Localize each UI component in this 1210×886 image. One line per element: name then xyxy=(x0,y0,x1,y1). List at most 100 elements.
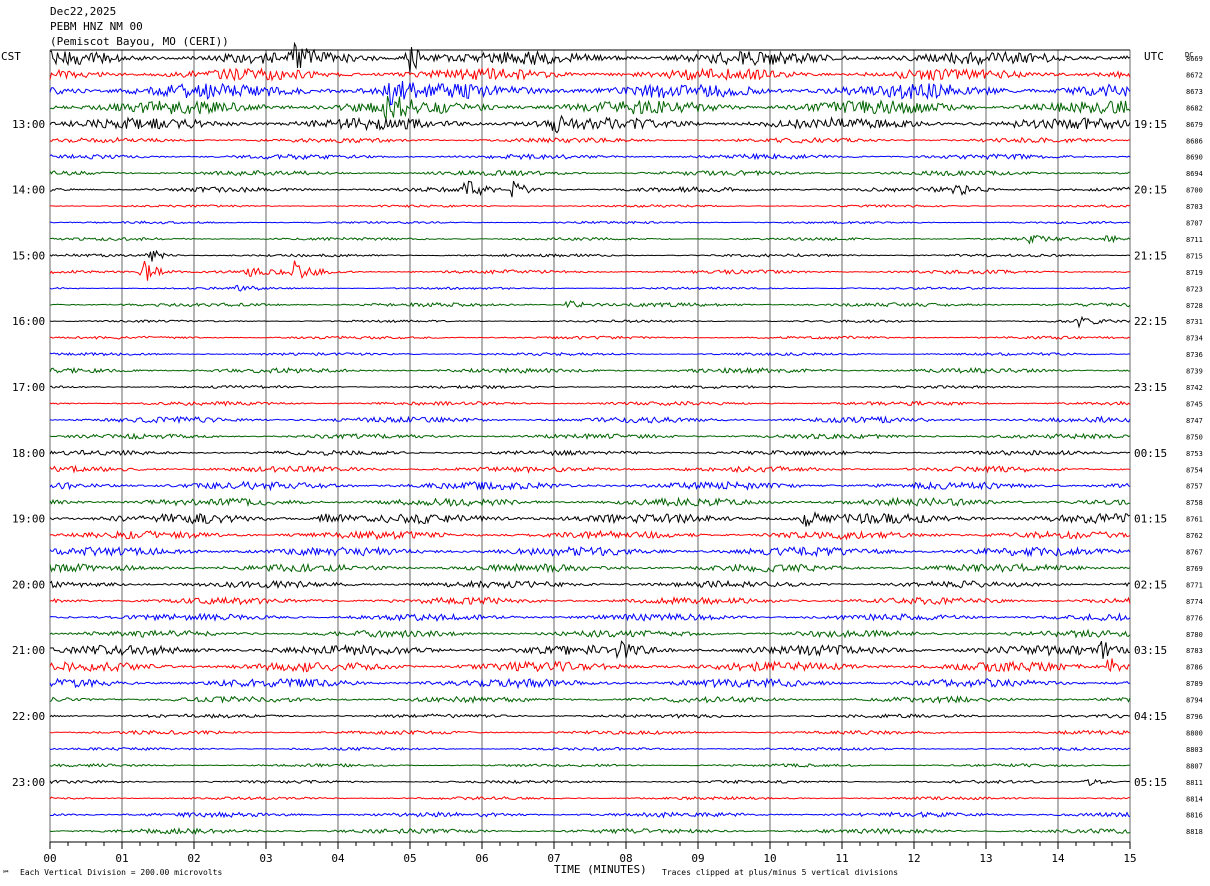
trace-row xyxy=(49,562,1131,574)
dc-offset-label: 8753 xyxy=(1186,450,1203,458)
dc-offset-label: 8761 xyxy=(1186,516,1203,524)
dc-offset-label: 8774 xyxy=(1186,598,1203,606)
x-tick-label: 02 xyxy=(187,852,200,865)
hour-label-right: 04:15 xyxy=(1134,710,1167,723)
trace-row xyxy=(49,795,1130,801)
dc-offset-label: 8734 xyxy=(1186,335,1203,343)
dc-offset-label: 8758 xyxy=(1186,499,1203,507)
trace-row xyxy=(49,66,1131,82)
trace-row xyxy=(49,529,1131,541)
trace-row xyxy=(49,579,1131,590)
trace-row xyxy=(49,351,1131,357)
dc-offset-label: 8780 xyxy=(1186,631,1203,639)
dc-offset-label: 8700 xyxy=(1186,187,1203,195)
dc-offset-label: 8789 xyxy=(1186,680,1203,688)
trace-row xyxy=(49,432,1131,441)
hour-label-left: 23:00 xyxy=(12,776,45,789)
dc-offset-label: 8786 xyxy=(1186,664,1203,672)
dc-offset-label: 8711 xyxy=(1186,236,1203,244)
trace-row xyxy=(49,114,1131,134)
dc-offset-label: 8800 xyxy=(1186,729,1203,737)
dc-offset-label: 8818 xyxy=(1186,828,1203,836)
dc-offset-label: 8723 xyxy=(1186,285,1203,293)
trace-row xyxy=(49,300,1131,309)
dc-offset-label: 8707 xyxy=(1186,220,1203,228)
trace-row xyxy=(49,511,1131,527)
hour-label-right: 22:15 xyxy=(1134,315,1167,328)
hour-label-left: 21:00 xyxy=(12,644,45,657)
trace-row xyxy=(50,204,1131,208)
trace-row xyxy=(49,746,1130,752)
dc-offset-label: 8803 xyxy=(1186,746,1203,754)
hour-label-right: 01:15 xyxy=(1134,513,1167,526)
hour-label-right: 23:15 xyxy=(1134,381,1167,394)
x-tick-label: 01 xyxy=(115,852,128,865)
footer-clip-note: Traces clipped at plus/minus 5 vertical … xyxy=(662,868,898,877)
dc-offset-label: 8679 xyxy=(1186,121,1203,129)
dc-offset-label: 8728 xyxy=(1186,302,1203,310)
trace-row xyxy=(49,811,1131,819)
header-date: Dec22,2025 xyxy=(50,5,116,18)
hour-label-left: 18:00 xyxy=(12,447,45,460)
dc-offset-label: 8767 xyxy=(1186,549,1203,557)
dc-offset-label: 8776 xyxy=(1186,614,1203,622)
trace-row xyxy=(49,95,1131,120)
hour-label-left: 22:00 xyxy=(12,710,45,723)
dc-offset-label: 8796 xyxy=(1186,713,1203,721)
dc-offset-label: 8807 xyxy=(1186,762,1203,770)
dc-offset-label: 8754 xyxy=(1186,466,1203,474)
dc-offset-label: 8669 xyxy=(1186,55,1203,63)
dc-offset-label: 8673 xyxy=(1186,88,1203,96)
trace-row xyxy=(49,384,1131,390)
traces xyxy=(49,41,1131,836)
dc-offset-label: 8745 xyxy=(1186,400,1203,408)
dc-offset-label: 8811 xyxy=(1186,779,1203,787)
dc-offset-label: 8682 xyxy=(1186,104,1203,112)
dc-offset-label: 8715 xyxy=(1186,252,1203,260)
dc-offset-label: 8750 xyxy=(1186,433,1203,441)
trace-row xyxy=(49,695,1131,705)
trace-row xyxy=(49,658,1131,673)
x-axis: 00 01 02 03 04 05 06 07 08 09 10 11 12 13 14 15 xyxy=(43,841,1137,865)
hour-label-right: 20:15 xyxy=(1134,184,1167,197)
x-tick-label: 13 xyxy=(979,852,992,865)
dc-offset-label: 8747 xyxy=(1186,417,1203,425)
trace-row xyxy=(49,762,1131,768)
hour-label-right: 03:15 xyxy=(1134,644,1167,657)
trace-row xyxy=(49,81,1131,106)
left-timezone-label: CST xyxy=(1,50,21,63)
trace-row xyxy=(49,249,1131,262)
footer-mark: ℠ xyxy=(2,869,10,878)
dc-offset-label: 8814 xyxy=(1186,795,1203,803)
trace-row xyxy=(49,415,1131,425)
footer-scale-note: Each Vertical Division = 200.00 microvol… xyxy=(20,868,222,877)
hour-label-right: 05:15 xyxy=(1134,776,1167,789)
dc-offset-label: 8694 xyxy=(1186,170,1203,178)
dc-offset-label: 8672 xyxy=(1186,71,1203,79)
dc-offset-label: 8769 xyxy=(1186,565,1203,573)
hour-label-right: 00:15 xyxy=(1134,447,1167,460)
trace-row xyxy=(49,612,1131,622)
dc-offset-label: 8736 xyxy=(1186,351,1203,359)
hour-label-right: 02:15 xyxy=(1134,578,1167,591)
x-axis-title: TIME (MINUTES) xyxy=(554,863,647,876)
x-tick-label: 10 xyxy=(763,852,776,865)
dc-offset-label: 8757 xyxy=(1186,483,1203,491)
x-tick-label: 15 xyxy=(1123,852,1136,865)
dc-offset-label: 8719 xyxy=(1186,269,1203,277)
x-tick-label: 14 xyxy=(1051,852,1065,865)
trace-row xyxy=(49,169,1131,177)
trace-row xyxy=(49,366,1131,375)
hour-label-left: 13:00 xyxy=(12,118,45,131)
x-tick-label: 05 xyxy=(403,852,416,865)
hour-label-left: 20:00 xyxy=(12,578,45,591)
x-tick-label: 09 xyxy=(691,852,704,865)
dc-offset-label: 8742 xyxy=(1186,384,1203,392)
trace-row xyxy=(50,640,1131,660)
trace-row xyxy=(49,136,1131,144)
trace-row xyxy=(50,335,1131,340)
x-tick-label: 06 xyxy=(475,852,488,865)
trace-row xyxy=(49,152,1131,161)
dc-offset-label: 8690 xyxy=(1186,154,1203,162)
hour-label-left: 17:00 xyxy=(12,381,45,394)
